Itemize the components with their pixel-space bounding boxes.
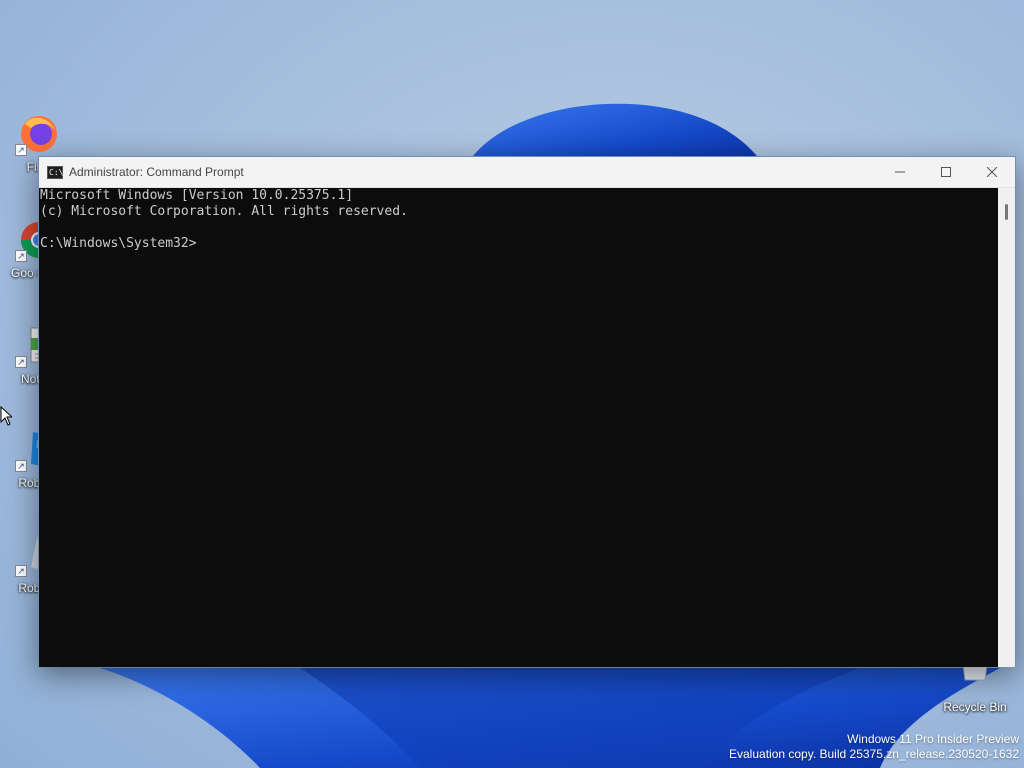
console-output[interactable]: Microsoft Windows [Version 10.0.25375.1]… [39, 188, 999, 667]
desktop-icon-label: Recycle Bin [943, 700, 1007, 714]
maximize-icon [941, 167, 951, 177]
maximize-button[interactable] [923, 157, 969, 187]
console-line: (c) Microsoft Corporation. All rights re… [40, 204, 408, 219]
mouse-pointer-icon [0, 406, 12, 426]
watermark-line: Evaluation copy. Build 25375.zn_release.… [729, 747, 1019, 761]
evaluation-watermark: Windows 11 Pro Insider Preview Evaluatio… [729, 732, 1019, 762]
console-prompt[interactable]: C:\Windows\System32> [40, 236, 999, 252]
minimize-button[interactable] [877, 157, 923, 187]
close-icon [987, 167, 997, 177]
title-bar[interactable]: C:\ Administrator: Command Prompt [39, 157, 1015, 188]
watermark-line: Windows 11 Pro Insider Preview [847, 732, 1019, 746]
close-button[interactable] [969, 157, 1015, 187]
vertical-scrollbar[interactable] [998, 188, 1015, 667]
console-line: Microsoft Windows [Version 10.0.25375.1] [40, 188, 354, 203]
scrollbar-thumb[interactable] [1005, 204, 1008, 220]
window-title: Administrator: Command Prompt [69, 165, 244, 179]
command-prompt-icon: C:\ [47, 165, 64, 179]
window-controls [877, 157, 1015, 187]
firefox-icon: ↗ [15, 112, 59, 156]
command-prompt-window[interactable]: C:\ Administrator: Command Prompt Micros… [38, 156, 1016, 667]
minimize-icon [895, 171, 905, 173]
